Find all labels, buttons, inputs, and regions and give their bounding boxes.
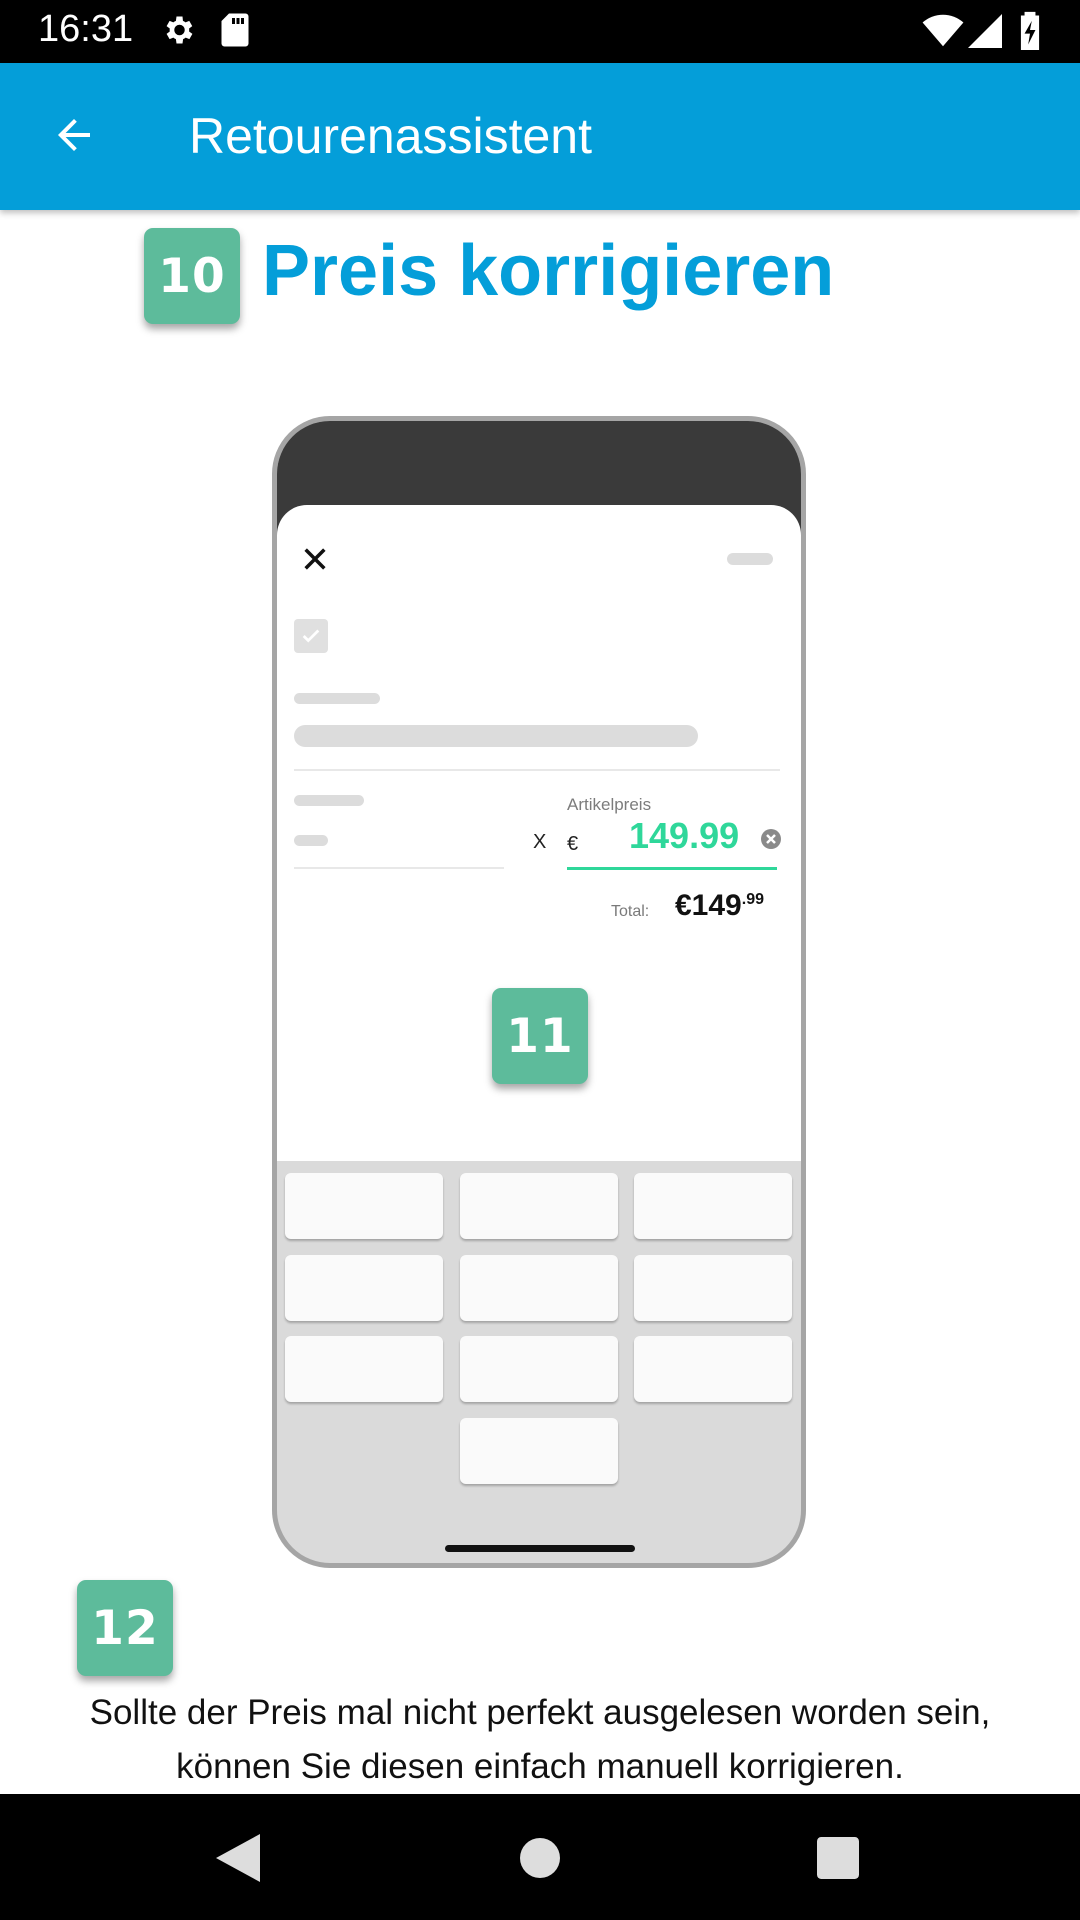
keypad-key — [460, 1173, 618, 1239]
recents-square-icon — [817, 1837, 859, 1879]
step-badge-11: 11 — [492, 988, 588, 1084]
times-sign: X — [533, 831, 547, 853]
wifi-icon — [922, 14, 964, 53]
total-cents: .99 — [741, 891, 764, 908]
nav-recents-button[interactable] — [808, 1828, 868, 1888]
placeholder-bar — [294, 693, 380, 704]
keypad-key — [285, 1336, 443, 1402]
total-main: €149 — [675, 889, 742, 922]
keypad-key — [460, 1336, 618, 1402]
keypad-key — [285, 1173, 443, 1239]
quantity-underline — [294, 867, 504, 869]
step-badge-12: 12 — [77, 1580, 173, 1676]
currency-sign: € — [567, 833, 579, 855]
placeholder-bar — [294, 835, 328, 846]
back-button[interactable] — [38, 99, 110, 171]
arrow-left-icon — [58, 119, 90, 151]
placeholder-bar — [294, 795, 364, 806]
step-badge-10: 10 — [144, 228, 240, 324]
page-heading: Preis korrigieren — [262, 231, 835, 311]
gear-icon — [160, 12, 196, 53]
home-circle-icon — [520, 1838, 560, 1878]
keypad-key — [634, 1336, 792, 1402]
clear-icon — [761, 829, 781, 849]
total-value: €149.99 — [675, 889, 764, 923]
keypad-key — [285, 1255, 443, 1321]
status-time: 16:31 — [38, 8, 134, 50]
price-underline — [567, 867, 777, 870]
keypad-key — [634, 1173, 792, 1239]
close-icon — [304, 548, 326, 570]
sd-card-icon — [220, 12, 250, 53]
checkbox — [294, 619, 328, 653]
price-value: 149.99 — [629, 815, 740, 856]
price-label: Artikelpreis — [567, 795, 652, 814]
battery-charging-icon — [1018, 10, 1042, 55]
home-indicator — [445, 1545, 635, 1552]
description-text: Sollte der Preis mal nicht perfekt ausge… — [89, 1693, 991, 1786]
keypad-key — [460, 1255, 618, 1321]
keypad-key — [460, 1418, 618, 1484]
status-bar: 16:31 — [0, 0, 1080, 63]
app-title: Retourenassistent — [189, 108, 593, 164]
nav-back-button[interactable] — [208, 1828, 268, 1888]
total-label: Total: — [611, 903, 650, 920]
divider — [294, 769, 780, 771]
back-triangle-icon — [216, 1834, 260, 1882]
signal-icon — [968, 14, 1002, 53]
nav-home-button[interactable] — [510, 1828, 570, 1888]
keypad-key — [634, 1255, 792, 1321]
placeholder-bar — [294, 725, 698, 747]
screen: 16:31 Retourenassistent 10 Preis korrigi… — [0, 0, 1080, 1920]
app-bar: Retourenassistent — [0, 63, 1080, 210]
placeholder-bar — [727, 553, 773, 565]
check-icon — [302, 629, 320, 643]
navigation-bar — [0, 1794, 1080, 1920]
